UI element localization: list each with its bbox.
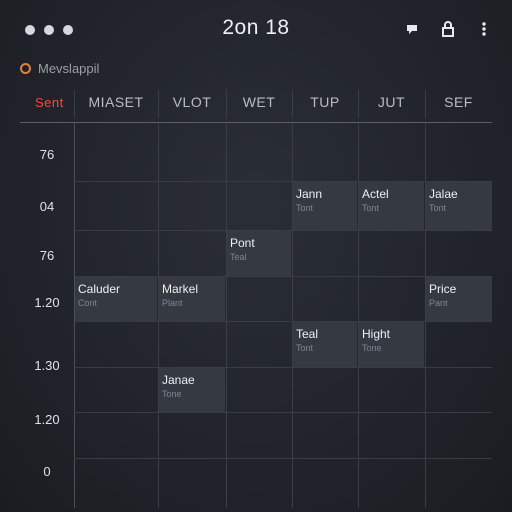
calendar-event[interactable]: Pont Teal bbox=[227, 231, 291, 276]
event-title: Pont bbox=[230, 236, 255, 250]
time-label: 76 bbox=[39, 147, 55, 162]
calendar-event[interactable]: Price Pant bbox=[426, 277, 492, 321]
column-header-4[interactable]: TUP bbox=[292, 86, 358, 118]
event-subtitle: Pant bbox=[429, 298, 448, 308]
row-divider bbox=[74, 367, 492, 368]
calendar-event[interactable]: Hight Tone bbox=[359, 322, 424, 367]
header-divider bbox=[226, 90, 227, 118]
time-label: 76 bbox=[39, 248, 55, 263]
event-title: Jalae bbox=[429, 187, 458, 201]
header-divider bbox=[425, 90, 426, 118]
column-header-1[interactable]: MIASET bbox=[74, 86, 158, 118]
event-subtitle: Tont bbox=[429, 203, 447, 213]
header-rule bbox=[20, 122, 492, 123]
event-subtitle: Tont bbox=[296, 343, 314, 353]
event-title: Hight bbox=[362, 327, 391, 341]
time-label: 1.30 bbox=[34, 358, 60, 373]
header-divider bbox=[358, 90, 359, 118]
comment-icon[interactable] bbox=[404, 19, 420, 39]
time-label: 04 bbox=[39, 199, 55, 214]
calendar-event[interactable]: Teal Tont bbox=[293, 322, 357, 367]
event-title: Teal bbox=[296, 327, 319, 341]
time-label: 0 bbox=[43, 464, 51, 479]
event-subtitle: Cont bbox=[78, 298, 98, 308]
event-subtitle: Tont bbox=[362, 203, 380, 213]
header-divider bbox=[158, 90, 159, 118]
row-divider bbox=[74, 321, 492, 322]
calendar-color-icon bbox=[20, 63, 31, 74]
event-subtitle: Tont bbox=[296, 203, 314, 213]
header-divider bbox=[292, 90, 293, 118]
title-bar: 2on 18 bbox=[0, 0, 512, 60]
event-subtitle: Plant bbox=[162, 298, 183, 308]
column-header-6[interactable]: SEF bbox=[425, 86, 492, 118]
time-label: 1.20 bbox=[34, 295, 60, 310]
event-title: Caluder bbox=[78, 282, 121, 296]
calendar-event[interactable]: Janae Tone bbox=[159, 368, 225, 412]
column-header-today[interactable]: Sent bbox=[20, 86, 74, 118]
calendar-selector[interactable]: Mevslappil bbox=[20, 61, 99, 76]
event-title: Janae bbox=[162, 373, 195, 387]
event-title: Markel bbox=[162, 282, 199, 296]
toolbar-icons bbox=[404, 19, 492, 39]
row-divider bbox=[74, 412, 492, 413]
time-label: 1.20 bbox=[34, 412, 60, 427]
header-divider bbox=[74, 90, 75, 118]
calendar-event[interactable]: Actel Tont bbox=[359, 182, 424, 230]
event-subtitle: Teal bbox=[230, 252, 247, 262]
calendar-event[interactable]: Jann Tont bbox=[293, 182, 357, 230]
calendar-event[interactable]: Caluder Cont bbox=[75, 277, 157, 321]
row-divider bbox=[74, 458, 492, 459]
week-grid: Sent MIASET VLOT WET TUP JUT SEF 76 04 7… bbox=[20, 86, 492, 508]
event-title: Actel bbox=[362, 187, 389, 201]
event-title: Jann bbox=[296, 187, 323, 201]
column-header-5[interactable]: JUT bbox=[358, 86, 425, 118]
column-header-2[interactable]: VLOT bbox=[158, 86, 226, 118]
lock-icon[interactable] bbox=[440, 19, 456, 39]
calendar-name: Mevslappil bbox=[38, 61, 100, 76]
calendar-app-window: 2on 18 Mevslappil Sent MIASET VLOT WET T… bbox=[0, 0, 512, 512]
column-header-3[interactable]: WET bbox=[226, 86, 292, 118]
calendar-event[interactable]: Jalae Tont bbox=[426, 182, 492, 230]
event-title: Price bbox=[429, 282, 457, 296]
calendar-event[interactable]: Markel Plant bbox=[159, 277, 225, 321]
event-subtitle: Tone bbox=[162, 389, 182, 399]
event-subtitle: Tone bbox=[362, 343, 382, 353]
more-vertical-icon[interactable] bbox=[476, 19, 492, 39]
